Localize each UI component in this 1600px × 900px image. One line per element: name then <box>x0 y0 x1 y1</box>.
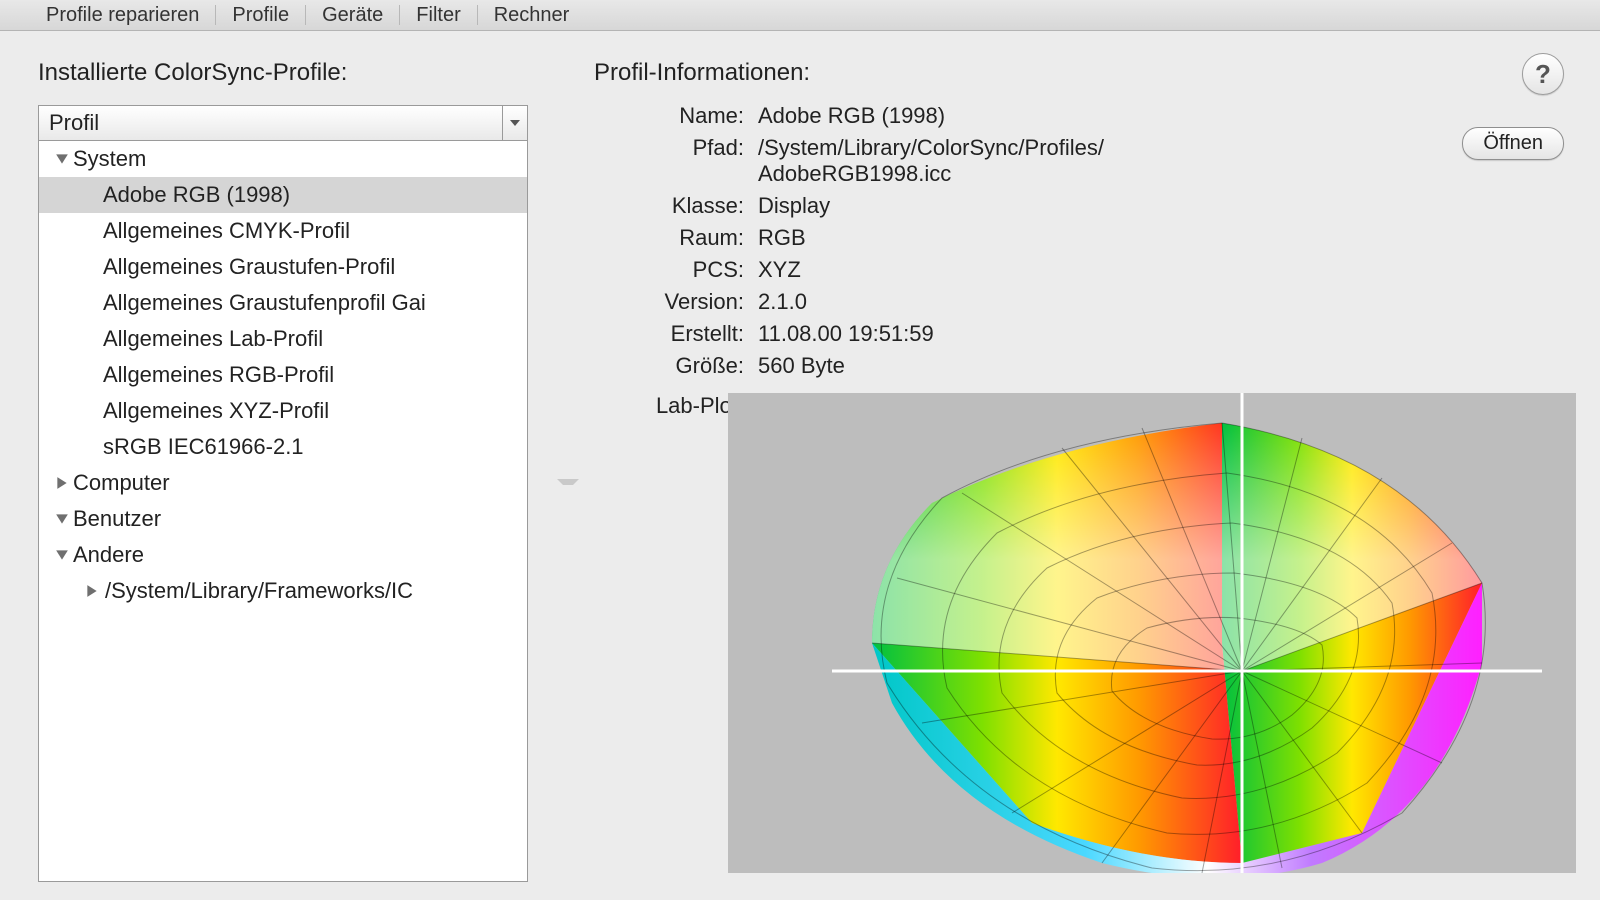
triangle-down-icon[interactable] <box>53 546 71 564</box>
tree-group[interactable]: Benutzer <box>39 501 527 537</box>
splitter-handle[interactable] <box>554 119 568 882</box>
lab-plot-panel[interactable] <box>728 393 1576 873</box>
menu-item-repair[interactable]: Profile reparieren <box>30 1 215 30</box>
profile-tree[interactable]: System Adobe RGB (1998) Allgemeines CMYK-P… <box>38 141 528 882</box>
tree-item[interactable]: sRGB IEC61966-2.1 <box>39 429 527 465</box>
tree-item-label: /System/Library/Frameworks/IC <box>105 578 413 604</box>
value-path: /System/Library/ColorSync/Profiles/Adobe… <box>758 135 1576 187</box>
help-icon: ? <box>1535 59 1551 90</box>
label-size: Größe: <box>594 353 744 379</box>
tree-item[interactable]: /System/Library/Frameworks/IC <box>39 573 527 609</box>
tree-item-label: Adobe RGB (1998) <box>103 182 290 208</box>
open-button[interactable]: Öffnen <box>1462 127 1564 160</box>
tree-group-label: Andere <box>73 542 144 568</box>
menu-item-devices[interactable]: Geräte <box>306 1 399 30</box>
menu-item-filter[interactable]: Filter <box>400 1 476 30</box>
tree-group[interactable]: System <box>39 141 527 177</box>
tree-group[interactable]: Andere <box>39 537 527 573</box>
tree-group-label: Benutzer <box>73 506 161 532</box>
tree-item-label: sRGB IEC61966-2.1 <box>103 434 304 460</box>
menu-item-profile[interactable]: Profile <box>216 1 305 30</box>
left-heading: Installierte ColorSync-Profile: <box>38 59 528 87</box>
label-path: Pfad: <box>594 135 744 187</box>
tree-item[interactable]: Allgemeines XYZ-Profil <box>39 393 527 429</box>
tree-group[interactable]: Computer <box>39 465 527 501</box>
label-version: Version: <box>594 289 744 315</box>
tree-group-label: System <box>73 146 146 172</box>
tree-item[interactable]: Allgemeines Lab-Profil <box>39 321 527 357</box>
menu-item-calculator[interactable]: Rechner <box>478 1 586 30</box>
tree-item[interactable]: Allgemeines Graustufenprofil Gai <box>39 285 527 321</box>
tree-item[interactable]: Allgemeines Graustufen-Profil <box>39 249 527 285</box>
label-space: Raum: <box>594 225 744 251</box>
label-class: Klasse: <box>594 193 744 219</box>
tree-item-label: Allgemeines Lab-Profil <box>103 326 323 352</box>
column-sort-dropdown[interactable] <box>502 106 527 140</box>
value-version: 2.1.0 <box>758 289 1576 315</box>
value-pcs: XYZ <box>758 257 1576 283</box>
tree-item-label: Allgemeines Graustufen-Profil <box>103 254 395 280</box>
tree-item-label: Allgemeines CMYK-Profil <box>103 218 350 244</box>
profile-column-header[interactable]: Profil <box>38 105 528 141</box>
tree-item[interactable]: Allgemeines CMYK-Profil <box>39 213 527 249</box>
menubar: Profile reparieren Profile Geräte Filter… <box>0 0 1600 31</box>
lab-gamut-plot <box>728 393 1576 873</box>
value-name: Adobe RGB (1998) <box>758 103 1576 129</box>
chevron-down-icon <box>509 119 521 127</box>
triangle-down-icon[interactable] <box>53 150 71 168</box>
value-space: RGB <box>758 225 1576 251</box>
tree-item-label: Allgemeines XYZ-Profil <box>103 398 329 424</box>
label-pcs: PCS: <box>594 257 744 283</box>
right-heading: Profil-Informationen: <box>594 59 1576 87</box>
triangle-down-icon[interactable] <box>53 510 71 528</box>
help-button[interactable]: ? <box>1522 53 1564 95</box>
tree-item-label: Allgemeines Graustufenprofil Gai <box>103 290 426 316</box>
tree-item-label: Allgemeines RGB-Profil <box>103 362 334 388</box>
tree-item[interactable]: Allgemeines RGB-Profil <box>39 357 527 393</box>
tree-group-label: Computer <box>73 470 170 496</box>
profile-info-table: Name: Adobe RGB (1998) Pfad: /System/Lib… <box>594 103 1576 379</box>
value-size: 560 Byte <box>758 353 1576 379</box>
value-class: Display <box>758 193 1576 219</box>
triangle-right-icon[interactable] <box>53 474 71 492</box>
profile-column-label: Profil <box>39 110 502 136</box>
value-created: 11.08.00 19:51:59 <box>758 321 1576 347</box>
tree-item[interactable]: Adobe RGB (1998) <box>39 177 527 213</box>
label-name: Name: <box>594 103 744 129</box>
triangle-right-icon[interactable] <box>83 582 101 600</box>
label-created: Erstellt: <box>594 321 744 347</box>
